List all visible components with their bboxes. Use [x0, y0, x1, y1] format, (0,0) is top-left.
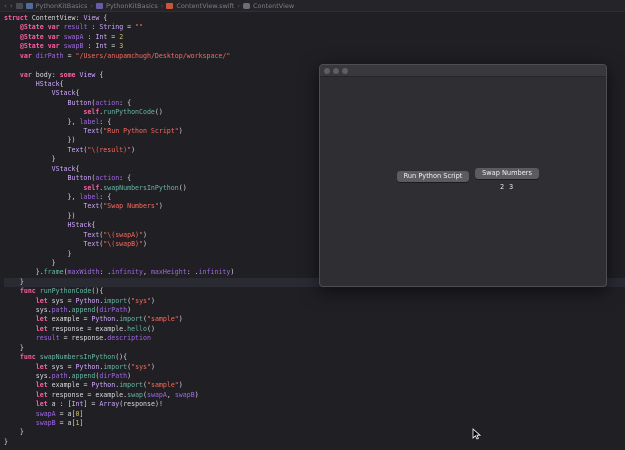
code-line[interactable]: Text("\(swapA)")	[4, 231, 147, 240]
code-line[interactable]: VStack{	[4, 165, 80, 174]
code-line[interactable]: HStack{	[4, 80, 64, 89]
code-line[interactable]: var body: some View {	[4, 71, 103, 80]
breadcrumb-item-project[interactable]: PythonKitBasics	[36, 2, 88, 10]
code-line[interactable]: let response = example.swap(swapA, swapB…	[4, 391, 199, 400]
code-line[interactable]: Text("\(swapB)")	[4, 240, 147, 249]
code-line[interactable]: }	[4, 428, 24, 437]
code-line[interactable]: func swapNumbersInPython(){	[4, 353, 127, 362]
code-line[interactable]: Text("\(result)")	[4, 146, 136, 155]
window-titlebar[interactable]	[320, 65, 606, 77]
code-line[interactable]: struct ContentView: View {	[4, 14, 107, 23]
breadcrumb-item-file[interactable]: ContentView.swift	[176, 2, 234, 10]
minimize-window-icon[interactable]	[333, 68, 339, 74]
breadcrumb-separator-icon: ›	[160, 1, 164, 10]
related-items-icon[interactable]	[15, 2, 23, 9]
code-line[interactable]: Button(action: {	[4, 174, 132, 183]
run-python-script-button[interactable]: Run Python Script	[397, 171, 469, 182]
code-line[interactable]: let sys = Python.import("sys")	[4, 363, 155, 372]
close-window-icon[interactable]	[324, 68, 330, 74]
preview-window: Run Python Script Swap Numbers 2 3	[319, 64, 607, 287]
code-line[interactable]: sys.path.append(dirPath)	[4, 372, 131, 381]
code-line[interactable]: self.swapNumbersInPython()	[4, 184, 186, 193]
struct-icon	[242, 2, 250, 9]
code-line[interactable]: let example = Python.import("sample")	[4, 381, 183, 390]
code-line[interactable]: func runPythonCode(){	[4, 287, 103, 296]
folder-icon	[95, 2, 103, 9]
swap-b-value: 3	[509, 183, 514, 191]
code-line[interactable]: }	[4, 155, 56, 164]
swift-file-icon	[166, 2, 174, 9]
code-line[interactable]: swapA = a[0]	[4, 410, 84, 419]
code-line[interactable]: @State var swapB : Int = 3	[4, 42, 123, 51]
mouse-pointer-icon	[472, 428, 481, 440]
code-line[interactable]: var dirPath = "/Users/anupamchugh/Deskto…	[4, 52, 230, 61]
breadcrumb-separator-icon: ›	[237, 1, 240, 10]
breadcrumb: ‹ › PythonKitBasics › PythonKitBasics › …	[0, 0, 625, 12]
code-line[interactable]: VStack{	[4, 89, 80, 98]
code-line[interactable]: @State var result : String = ""	[4, 23, 143, 32]
code-line[interactable]: let a : [Int] = Array(response)!	[4, 400, 163, 409]
code-line[interactable]: let example = Python.import("sample")	[4, 315, 183, 324]
swap-a-value: 2	[500, 183, 505, 191]
code-line[interactable]: HStack{	[4, 221, 96, 230]
code-line[interactable]: result = response.description	[4, 334, 151, 343]
project-icon	[25, 2, 33, 9]
code-line[interactable]: })	[4, 212, 76, 221]
code-line[interactable]: Button(action: {	[4, 99, 132, 108]
code-line[interactable]: let response = example.hello()	[4, 325, 155, 334]
code-line[interactable]: sys.path.append(dirPath)	[4, 306, 131, 315]
swap-numbers-button[interactable]: Swap Numbers	[475, 168, 539, 179]
code-line[interactable]: Text("Swap Numbers")	[4, 202, 162, 211]
code-line[interactable]: Text("Run Python Script")	[4, 127, 182, 136]
code-line[interactable]: })	[4, 136, 76, 145]
breadcrumb-separator-icon: ›	[90, 1, 93, 10]
code-line[interactable]: swapB = a[1]	[4, 419, 84, 428]
code-line[interactable]: self.runPythonCode()	[4, 108, 162, 117]
code-line[interactable]: }, label: {	[4, 118, 112, 127]
code-line[interactable]: }	[4, 250, 72, 259]
code-line[interactable]: }, label: {	[4, 193, 112, 202]
code-line[interactable]: }	[4, 344, 24, 353]
forward-chevron-icon[interactable]: ›	[10, 2, 13, 10]
code-line[interactable]: }	[4, 259, 56, 268]
zoom-window-icon[interactable]	[342, 68, 348, 74]
breadcrumb-item-group[interactable]: PythonKitBasics	[106, 2, 158, 10]
code-line[interactable]: let sys = Python.import("sys")	[4, 297, 155, 306]
code-line[interactable]: }.frame(maxWidth: .infinity, maxHeight: …	[4, 268, 235, 277]
breadcrumb-item-symbol[interactable]: ContentView	[253, 2, 294, 10]
code-line[interactable]: @State var swapA : Int = 2	[4, 33, 123, 42]
code-line[interactable]: }	[4, 438, 8, 447]
back-chevron-icon[interactable]: ‹	[4, 2, 7, 10]
